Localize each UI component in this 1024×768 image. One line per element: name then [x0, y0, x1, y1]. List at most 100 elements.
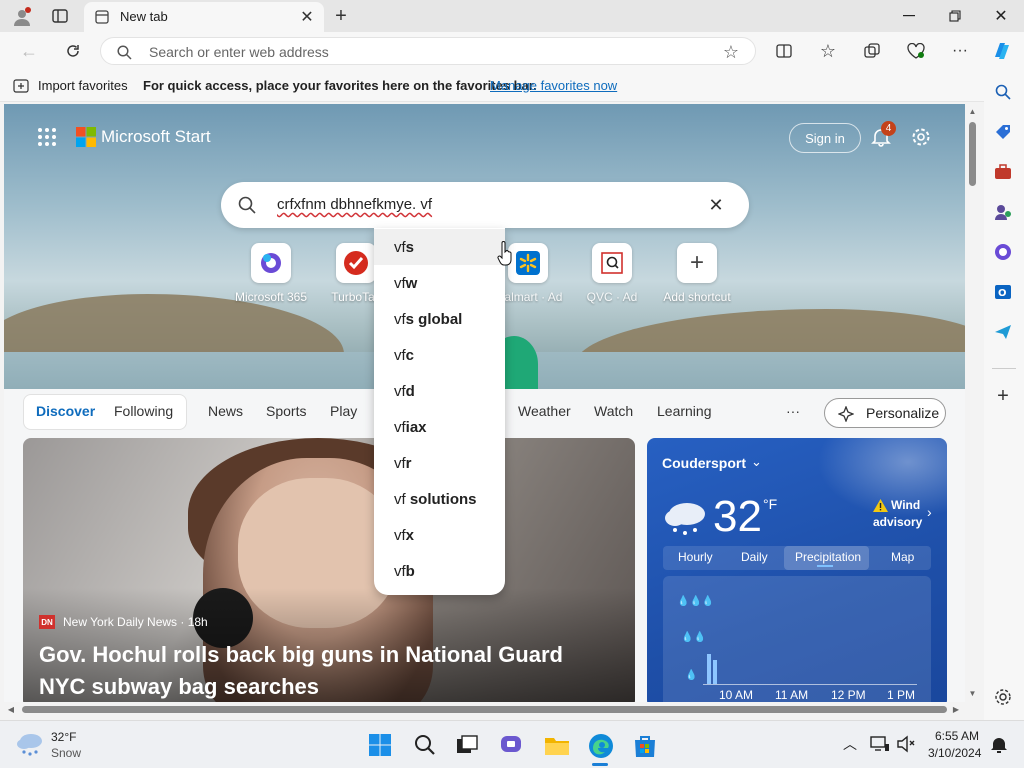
- quick-link-walmart[interactable]: [508, 243, 548, 283]
- suggestion-item[interactable]: vf solutions: [374, 481, 505, 517]
- import-favorites-button[interactable]: Import favorites: [38, 78, 128, 93]
- page-settings-gear-icon[interactable]: [909, 125, 933, 149]
- back-arrow-icon[interactable]: ←: [18, 41, 40, 61]
- windows-start-icon[interactable]: [369, 734, 391, 756]
- split-screen-icon[interactable]: [774, 41, 794, 61]
- favorites-icon[interactable]: ☆: [818, 41, 838, 61]
- weather-card[interactable]: Coudersport ⌄ 32 °F Wind advisory › Hour…: [647, 438, 947, 702]
- add-favorite-star-icon[interactable]: ☆: [721, 42, 741, 62]
- precip-bar: [707, 654, 711, 684]
- scroll-left-icon[interactable]: ◀: [6, 704, 16, 714]
- teams-chat-icon[interactable]: [500, 734, 524, 756]
- browser-essentials-icon[interactable]: [906, 41, 926, 61]
- file-explorer-icon[interactable]: [544, 734, 570, 756]
- tools-icon[interactable]: [992, 162, 1014, 182]
- restore-button[interactable]: [944, 6, 966, 26]
- scroll-up-icon[interactable]: ▲: [968, 106, 977, 116]
- favorites-bar: Import favorites For quick access, place…: [0, 70, 1024, 102]
- quick-link-microsoft-365[interactable]: [251, 243, 291, 283]
- tab-watch[interactable]: Watch: [594, 403, 633, 419]
- volume-muted-icon[interactable]: [896, 735, 916, 753]
- tab-discover[interactable]: Discover: [36, 403, 95, 419]
- suggestion-item[interactable]: vf r: [374, 445, 505, 481]
- microsoft-365-icon[interactable]: [992, 242, 1014, 262]
- news-headline-line1[interactable]: Gov. Hochul rolls back big guns in Natio…: [39, 642, 563, 668]
- tab-sports[interactable]: Sports: [266, 403, 306, 419]
- show-hidden-icons-chevron-icon[interactable]: ︿: [842, 735, 858, 753]
- refresh-icon[interactable]: [62, 41, 84, 61]
- app-launcher-icon[interactable]: [36, 126, 58, 148]
- more-tabs-button[interactable]: ···: [786, 403, 800, 419]
- suggestion-item[interactable]: vf s: [374, 229, 505, 265]
- news-source[interactable]: New York Daily News · 18h: [63, 615, 208, 629]
- weather-tab-hourly[interactable]: Hourly: [678, 550, 713, 564]
- weather-tab-precipitation[interactable]: Precipitation: [795, 550, 861, 564]
- address-bar[interactable]: Search or enter web address ☆: [100, 37, 756, 65]
- notification-center-icon[interactable]: [990, 736, 1008, 754]
- news-card[interactable]: DN New York Daily News · 18h Gov. Hochul…: [23, 438, 635, 702]
- outlook-icon[interactable]: O: [992, 282, 1014, 302]
- chevron-right-icon[interactable]: ›: [927, 504, 932, 520]
- taskbar-search-icon[interactable]: [414, 734, 436, 756]
- tab-following[interactable]: Following: [114, 403, 173, 419]
- copilot-icon[interactable]: [990, 40, 1014, 62]
- tab-news[interactable]: News: [208, 403, 243, 419]
- games-icon[interactable]: [992, 202, 1014, 222]
- suggestion-item[interactable]: vf d: [374, 373, 505, 409]
- clock-date[interactable]: 3/10/2024: [928, 746, 981, 760]
- task-view-icon[interactable]: [456, 735, 478, 755]
- add-sidebar-app-icon[interactable]: +: [992, 385, 1014, 407]
- profile-icon[interactable]: [10, 6, 34, 28]
- sign-in-button[interactable]: Sign in: [789, 123, 861, 153]
- suggestion-item[interactable]: vf c: [374, 337, 505, 373]
- microsoft-store-icon[interactable]: [632, 734, 658, 758]
- quick-link-qvc[interactable]: [592, 243, 632, 283]
- scroll-right-icon[interactable]: ▶: [951, 704, 961, 714]
- scroll-down-icon[interactable]: ▼: [968, 688, 977, 698]
- tab-new-tab[interactable]: New tab ✕: [84, 2, 324, 32]
- network-icon[interactable]: [870, 735, 890, 753]
- settings-more-icon[interactable]: ···: [950, 41, 970, 61]
- tab-actions-icon[interactable]: [50, 7, 70, 25]
- tab-weather[interactable]: Weather: [518, 403, 571, 419]
- sidebar-settings-icon[interactable]: [992, 686, 1014, 708]
- collections-icon[interactable]: [862, 41, 882, 61]
- tab-play[interactable]: Play: [330, 403, 357, 419]
- shopping-tag-icon[interactable]: [992, 122, 1014, 142]
- send-icon[interactable]: [992, 322, 1014, 342]
- weather-tab-map[interactable]: Map: [891, 550, 914, 564]
- news-headline-line2[interactable]: NYC subway bag searches: [39, 674, 319, 700]
- taskbar-weather-temp[interactable]: 32°F: [51, 730, 76, 744]
- quick-link-turbotax[interactable]: [336, 243, 376, 283]
- horizontal-scroll-thumb[interactable]: [22, 706, 947, 713]
- clock-time[interactable]: 6:55 AM: [935, 729, 979, 743]
- chevron-down-icon[interactable]: ⌄: [751, 454, 762, 470]
- horizontal-scrollbar[interactable]: ◀ ▶: [4, 702, 965, 716]
- search-query-text[interactable]: crfxfnm dbhnefkmye. vf: [277, 196, 432, 213]
- suggestion-item[interactable]: vf w: [374, 265, 505, 301]
- new-tab-button[interactable]: +: [330, 5, 352, 27]
- minimize-button[interactable]: [898, 6, 920, 26]
- taskbar-weather-icon[interactable]: [16, 731, 44, 757]
- suggestion-item[interactable]: vf b: [374, 553, 505, 589]
- vertical-scrollbar[interactable]: ▲ ▼: [965, 104, 980, 702]
- suggestion-item[interactable]: vf iax: [374, 409, 505, 445]
- close-window-button[interactable]: ✕: [990, 6, 1012, 26]
- vertical-scroll-thumb[interactable]: [969, 122, 976, 186]
- taskbar-weather-condition[interactable]: Snow: [51, 746, 81, 760]
- weather-location[interactable]: Coudersport: [662, 455, 746, 471]
- suggestion-item[interactable]: vf s global: [374, 301, 505, 337]
- weather-alert-line2[interactable]: advisory: [873, 515, 922, 529]
- weather-alert-line1[interactable]: Wind: [891, 498, 920, 512]
- close-tab-icon[interactable]: ✕: [298, 8, 316, 26]
- clear-search-icon[interactable]: ✕: [705, 194, 727, 216]
- personalize-button[interactable]: Personalize: [824, 398, 946, 428]
- edge-browser-icon[interactable]: [588, 733, 614, 759]
- tab-learning[interactable]: Learning: [657, 403, 712, 419]
- weather-tab-daily[interactable]: Daily: [741, 550, 768, 564]
- sidebar-search-icon[interactable]: [992, 82, 1014, 102]
- add-shortcut-button[interactable]: +: [677, 243, 717, 283]
- manage-favorites-link[interactable]: Manage favorites now: [490, 78, 617, 93]
- web-search-box[interactable]: crfxfnm dbhnefkmye. vf ✕: [221, 182, 749, 228]
- suggestion-item[interactable]: vf x: [374, 517, 505, 553]
